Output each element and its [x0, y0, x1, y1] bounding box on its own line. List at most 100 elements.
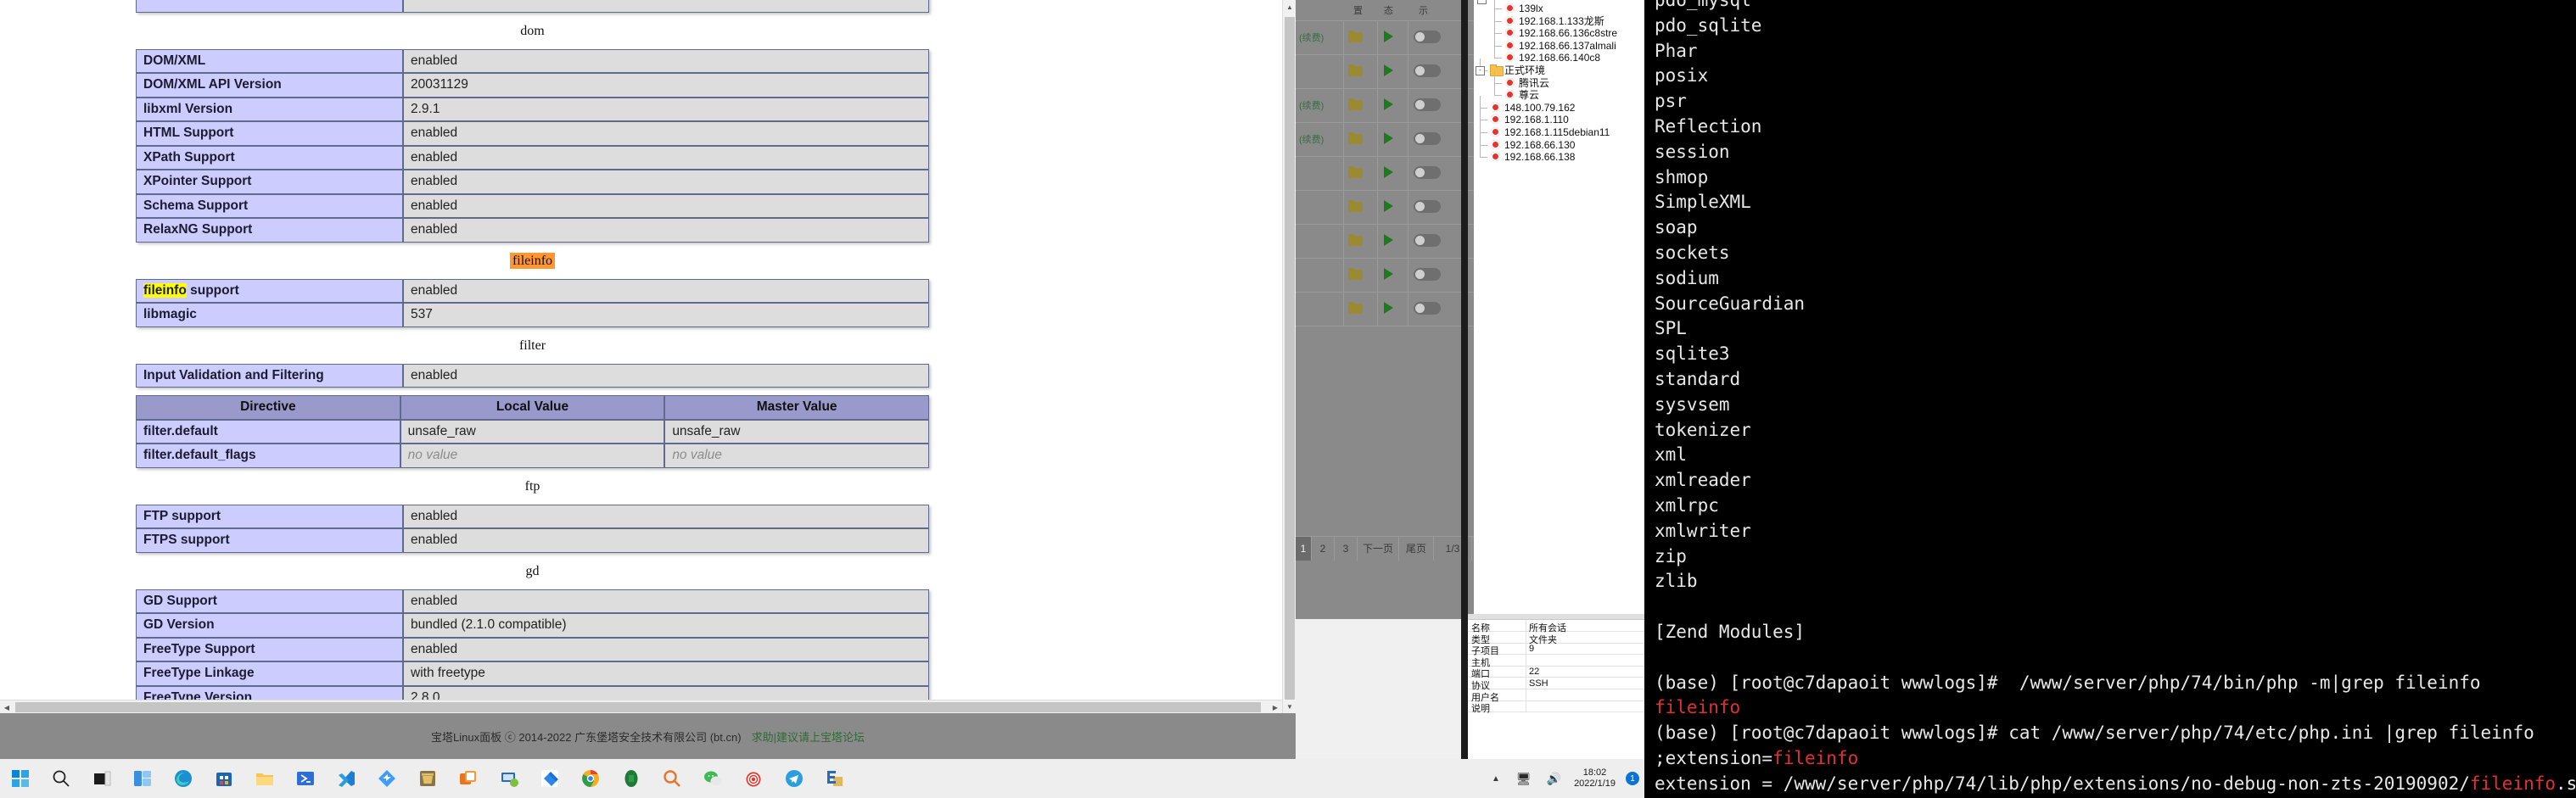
list-item[interactable]: (续费): [1296, 20, 1474, 55]
tree-connector: [1494, 46, 1495, 59]
tree-item-label: 192.168.1.133龙斯: [1519, 14, 1604, 27]
section-title: ftp: [524, 478, 540, 494]
file-explorer-icon[interactable]: [255, 769, 274, 788]
play-icon[interactable]: [1384, 64, 1393, 76]
windows-taskbar[interactable]: ▲ 🖥 🔊 18:02 2022/1/19 1: [0, 759, 1644, 798]
taskbar-clock[interactable]: 18:02 2022/1/19: [1574, 767, 1616, 790]
folder-icon[interactable]: [1348, 31, 1363, 42]
cell-divider: [1377, 20, 1378, 54]
task-view-icon[interactable]: [92, 769, 111, 788]
tree-expander-icon[interactable]: -: [1477, 0, 1487, 4]
play-icon[interactable]: [1384, 132, 1393, 144]
scroll-up-icon[interactable]: ▲: [1283, 0, 1296, 14]
ssh-session-tree[interactable]: - 139lx192.168.1.133龙斯192.168.66.136c8str…: [1474, 0, 1644, 619]
todo-icon[interactable]: [540, 769, 559, 788]
list-item[interactable]: [1296, 292, 1474, 326]
list-item[interactable]: [1296, 156, 1474, 191]
chevron-up-icon[interactable]: ▲: [1492, 774, 1500, 784]
search-icon[interactable]: [52, 769, 70, 788]
folder-icon[interactable]: [1348, 98, 1363, 110]
play-icon[interactable]: [1384, 98, 1393, 110]
list-item[interactable]: [1296, 224, 1474, 259]
session-icon: [1490, 151, 1501, 162]
folder-icon[interactable]: [1348, 268, 1363, 280]
bt-pagination[interactable]: 1 2 3 下一页 尾页 1/3: [1296, 536, 1474, 561]
terminal-line: (base) [root@c7dapaoit wwwlogs]# /www/se…: [1655, 671, 2576, 696]
play-icon[interactable]: [1384, 31, 1393, 42]
play-icon[interactable]: [1384, 302, 1393, 314]
directive-value: unsafe_raw: [664, 419, 929, 444]
folder-icon[interactable]: [1348, 166, 1363, 178]
play-icon[interactable]: [1384, 268, 1393, 280]
vertical-scroll-thumb[interactable]: [1285, 17, 1295, 700]
windows-start-icon[interactable]: [11, 769, 30, 788]
network-icon[interactable]: 🖥: [1516, 772, 1532, 786]
display-toggle[interactable]: [1414, 166, 1441, 179]
powershell-icon[interactable]: [296, 769, 315, 788]
display-toggle[interactable]: [1414, 132, 1441, 145]
chrome-icon[interactable]: [581, 769, 600, 788]
wechat-icon[interactable]: [703, 769, 722, 788]
telegram-icon[interactable]: [785, 769, 804, 788]
display-toggle[interactable]: [1414, 31, 1441, 43]
directive-name: FreeType Linkage: [136, 661, 403, 686]
everything-icon[interactable]: [663, 769, 681, 788]
bt-panel-icon[interactable]: [411, 762, 445, 795]
list-item[interactable]: [1296, 190, 1474, 225]
terminal-output[interactable]: pdo_mysql pdo_sqlite Phar posix psr Reflectio…: [1644, 0, 2576, 798]
horizontal-scroll-thumb[interactable]: [15, 702, 1261, 712]
phpinfo-browser-pane[interactable]: dom DOM/XML enabled DOM/XML API Version 2003…: [0, 0, 1296, 713]
tree-connector: [1494, 95, 1502, 97]
foxmail-icon[interactable]: [378, 769, 396, 788]
display-toggle[interactable]: [1414, 302, 1441, 315]
folder-icon[interactable]: [1348, 234, 1363, 246]
display-toggle[interactable]: [1414, 268, 1441, 281]
folder-icon[interactable]: [1348, 302, 1363, 314]
display-toggle[interactable]: [1414, 234, 1441, 247]
ssh-client-window[interactable]: 置 态 示 (续费)(续费)(续费) 123下一页尾页1/3 -139lx192…: [1296, 0, 1644, 759]
pagination-item[interactable]: 2: [1312, 537, 1335, 561]
folder-icon[interactable]: [1348, 132, 1363, 144]
display-toggle[interactable]: [1414, 98, 1441, 111]
widgets-icon[interactable]: [133, 769, 152, 788]
display-toggle[interactable]: [1414, 64, 1441, 77]
pagination-item[interactable]: 1: [1296, 537, 1312, 561]
play-icon[interactable]: [1384, 234, 1393, 246]
scroll-right-icon[interactable]: ▶: [1268, 700, 1282, 713]
tree-expander-icon[interactable]: -: [1476, 66, 1485, 75]
taskbar-system-tray[interactable]: ▲ 🖥 🔊 18:02 2022/1/19 1: [1483, 759, 1639, 798]
folder-icon[interactable]: [1348, 200, 1363, 212]
display-toggle[interactable]: [1414, 200, 1441, 213]
list-item[interactable]: [1296, 258, 1474, 293]
folder-icon[interactable]: [1348, 64, 1363, 76]
editplus-icon[interactable]: [826, 769, 844, 788]
ssh-session-properties: 名称 所有会话 类型 文件夹 子项目 9 主机 端口 22 协议 SSH 用户名 说明: [1468, 619, 1644, 759]
xshell-session-icon[interactable]: [736, 762, 770, 795]
horizontal-scrollbar[interactable]: ◀ ▶: [0, 700, 1282, 713]
footer-forum-link[interactable]: 求助|建议请上宝塔论坛: [752, 728, 865, 745]
xshell-icon[interactable]: [459, 769, 478, 788]
evernote-icon[interactable]: [622, 769, 641, 788]
column-header: Master Value: [664, 395, 929, 420]
list-item[interactable]: (续费): [1296, 88, 1474, 123]
notification-badge[interactable]: 1: [1626, 772, 1639, 785]
play-icon[interactable]: [1384, 166, 1393, 178]
edge-browser-icon[interactable]: [174, 769, 193, 788]
scroll-left-icon[interactable]: ◀: [0, 700, 14, 713]
pagination-item[interactable]: 尾页: [1399, 537, 1434, 561]
directive-name: Input Validation and Filtering: [136, 363, 403, 388]
vertical-scrollbar[interactable]: ▲ ▼: [1282, 0, 1296, 713]
play-icon[interactable]: [1384, 200, 1393, 212]
list-item[interactable]: [1296, 54, 1474, 89]
terminal-module-line: psr: [1655, 91, 1687, 112]
pagination-item[interactable]: 3: [1335, 537, 1358, 561]
taskbar-icon-strip[interactable]: [0, 759, 855, 798]
list-item[interactable]: (续费): [1296, 122, 1474, 157]
volume-icon[interactable]: 🔊: [1547, 772, 1561, 786]
vmware-icon[interactable]: [500, 769, 518, 788]
session-icon: [1504, 89, 1515, 100]
microsoft-store-icon[interactable]: [215, 769, 233, 788]
pagination-item[interactable]: 下一页: [1358, 537, 1399, 561]
scroll-down-icon[interactable]: ▼: [1283, 700, 1296, 713]
vscode-icon[interactable]: [337, 769, 356, 788]
